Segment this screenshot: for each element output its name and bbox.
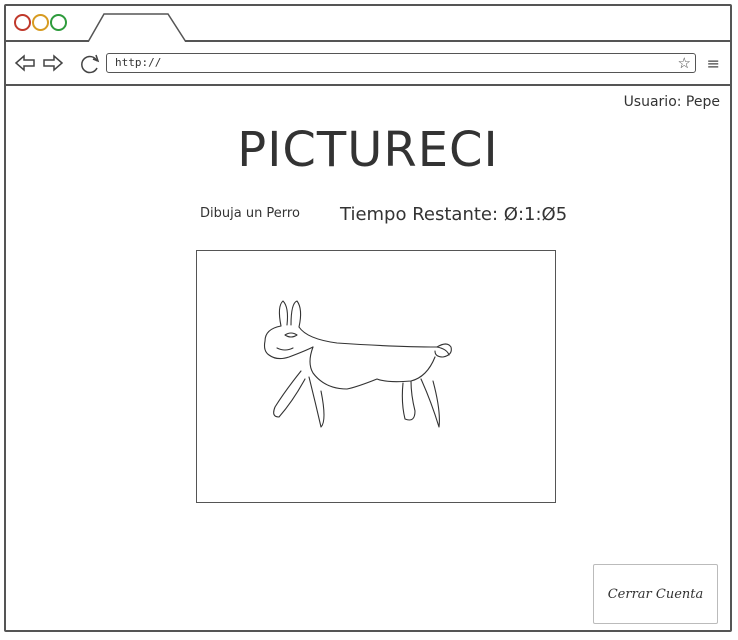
- minimize-window-icon[interactable]: [32, 14, 49, 31]
- user-label: Usuario: Pepe: [623, 94, 720, 110]
- bookmark-star-icon[interactable]: ☆: [678, 54, 691, 72]
- close-window-icon[interactable]: [14, 14, 31, 31]
- address-bar[interactable]: http:// ☆: [106, 53, 696, 73]
- page-title: PICTURECI: [237, 122, 499, 178]
- browser-window: http:// ☆ ≡ Usuario: Pepe PICTURECI Dibu…: [4, 4, 732, 632]
- time-remaining: Tiempo Restante: Ø:1:Ø5: [340, 204, 568, 225]
- drawing-prompt: Dibuja un Perro: [200, 206, 300, 221]
- reload-icon[interactable]: [78, 53, 102, 75]
- menu-icon[interactable]: ≡: [707, 54, 720, 73]
- close-account-button[interactable]: Cerrar Cuenta: [593, 564, 718, 624]
- drawing-canvas[interactable]: [196, 250, 556, 503]
- maximize-window-icon[interactable]: [50, 14, 67, 31]
- browser-tab[interactable]: [86, 12, 196, 42]
- browser-toolbar: http:// ☆ ≡: [6, 42, 730, 86]
- dog-drawing: [263, 300, 452, 428]
- url-text: http://: [115, 56, 162, 69]
- browser-titlebar: [6, 6, 730, 42]
- back-arrow-icon[interactable]: [14, 53, 36, 73]
- forward-arrow-icon[interactable]: [42, 53, 64, 73]
